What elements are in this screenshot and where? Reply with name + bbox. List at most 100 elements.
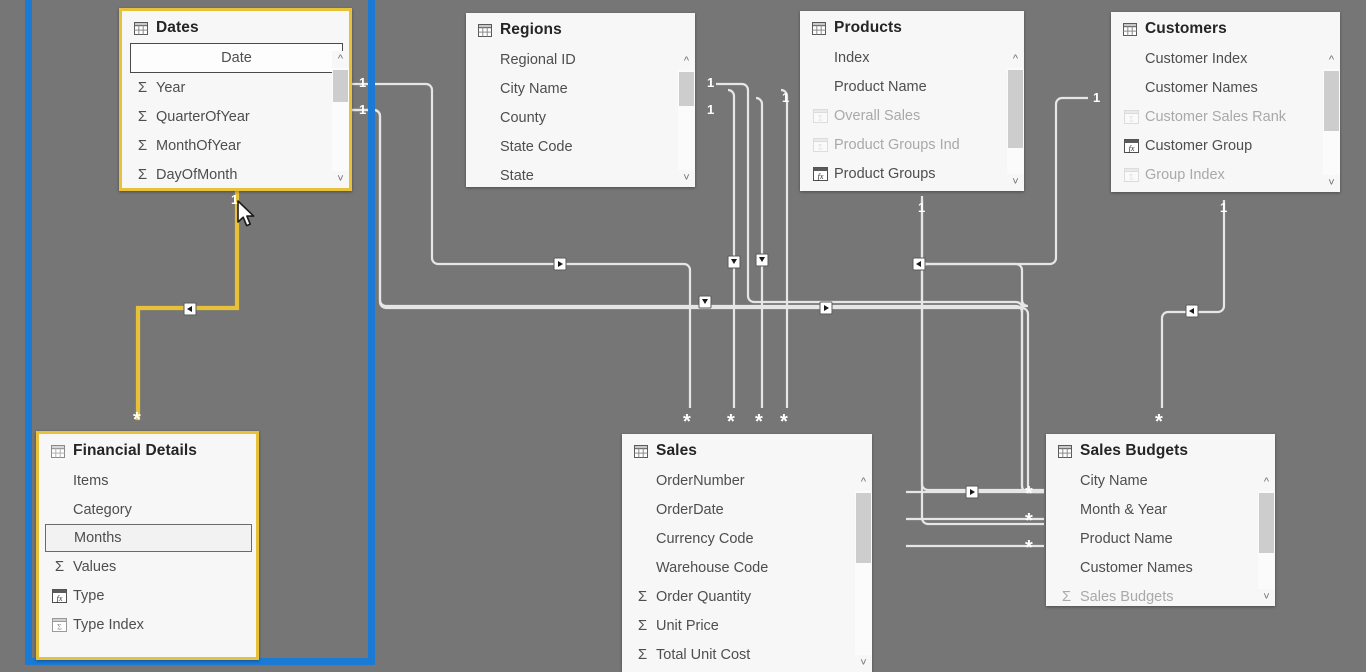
scroll-up-icon[interactable]: ^ bbox=[1323, 52, 1340, 69]
field-row-warehouse-code[interactable]: Warehouse Code bbox=[622, 553, 872, 582]
scroll-up-icon[interactable]: ^ bbox=[1007, 51, 1024, 68]
field-row-customer-names[interactable]: Customer Names bbox=[1046, 553, 1275, 582]
scroll-down-icon[interactable]: ˅ bbox=[1323, 175, 1340, 192]
scroll-track[interactable] bbox=[678, 70, 695, 170]
relationship-direction-marker-highlighted bbox=[183, 302, 197, 316]
table-card-financial-details[interactable]: Financial Details Items Category Months … bbox=[36, 431, 259, 660]
fx-icon: fx bbox=[812, 165, 829, 182]
field-row-total-unit-cost[interactable]: Σ Total Unit Cost bbox=[622, 640, 872, 669]
relationship-direction-marker bbox=[819, 301, 833, 315]
field-row-customer-names[interactable]: Customer Names bbox=[1111, 73, 1340, 102]
cardinality-one-dates-sales: 1 bbox=[359, 75, 367, 90]
field-row-product-groups[interactable]: fx Product Groups bbox=[800, 159, 1024, 188]
field-label: Customer Names bbox=[1080, 559, 1193, 576]
scroll-up-icon[interactable]: ^ bbox=[1258, 474, 1275, 491]
table-name: Products bbox=[834, 19, 902, 36]
field-row-unit-price[interactable]: Σ Unit Price bbox=[622, 611, 872, 640]
field-row-category[interactable]: Category bbox=[39, 495, 256, 524]
sigma-icon: Σ bbox=[137, 137, 148, 154]
scroll-track[interactable] bbox=[1258, 491, 1275, 589]
scroll-track[interactable] bbox=[332, 68, 349, 171]
svg-text:Σ: Σ bbox=[1129, 172, 1134, 181]
sigma-icon: Σ bbox=[137, 166, 148, 183]
table-card-regions[interactable]: Regions Regional ID City Name County Sta… bbox=[466, 13, 695, 187]
table-card-dates[interactable]: Dates Date Σ Year Σ QuarterOfYear Σ Mont… bbox=[119, 8, 352, 191]
field-row-dayofmonth[interactable]: Σ DayOfMonth bbox=[122, 160, 349, 188]
field-row-months[interactable]: Months bbox=[45, 524, 252, 552]
cardinality-one-customers-sales: 1 bbox=[1093, 90, 1101, 105]
scroll-thumb[interactable] bbox=[1008, 70, 1023, 148]
table-scrollbar-regions[interactable]: ^ ˅ bbox=[678, 53, 695, 187]
field-row-type[interactable]: fx Type bbox=[39, 581, 256, 610]
table-card-customers[interactable]: Customers Customer Index Customer Names … bbox=[1111, 12, 1340, 192]
field-row-items[interactable]: Items bbox=[39, 466, 256, 495]
table-card-products[interactable]: Products Index Product Name Σ Overall Sa… bbox=[800, 11, 1024, 191]
table-card-sales-budgets[interactable]: Sales Budgets City Name Month & Year Pro… bbox=[1046, 434, 1275, 606]
field-row-product-groups-ind[interactable]: Σ Product Groups Ind bbox=[800, 130, 1024, 159]
table-scrollbar-sales[interactable]: ^ ˅ bbox=[855, 474, 872, 672]
scroll-thumb[interactable] bbox=[679, 72, 694, 106]
field-label: OrderNumber bbox=[656, 472, 745, 489]
field-row-order-quantity[interactable]: Σ Order Quantity bbox=[622, 582, 872, 611]
scroll-down-icon[interactable]: ˅ bbox=[332, 171, 349, 188]
table-scrollbar-customers[interactable]: ^ ˅ bbox=[1323, 52, 1340, 192]
field-row-month-year[interactable]: Month & Year bbox=[1046, 495, 1275, 524]
scroll-down-icon[interactable]: ˅ bbox=[1007, 174, 1024, 191]
scroll-thumb[interactable] bbox=[856, 493, 871, 563]
scroll-thumb[interactable] bbox=[1259, 493, 1274, 553]
field-row-overall-sales[interactable]: Σ Overall Sales bbox=[800, 101, 1024, 130]
field-row-county[interactable]: County bbox=[466, 103, 695, 132]
scroll-up-icon[interactable]: ^ bbox=[332, 51, 349, 68]
field-row-values[interactable]: Σ Values bbox=[39, 552, 256, 581]
field-row-customer-group[interactable]: fx Customer Group bbox=[1111, 131, 1340, 160]
field-row-type-index[interactable]: Σ Type Index bbox=[39, 610, 256, 639]
field-row-customer-index[interactable]: Customer Index bbox=[1111, 44, 1340, 73]
cardinality-one-products-budgets: 1 bbox=[918, 200, 926, 215]
field-row-orderdate[interactable]: OrderDate bbox=[622, 495, 872, 524]
field-row-regional-id[interactable]: Regional ID bbox=[466, 45, 695, 74]
field-label: City Name bbox=[500, 80, 568, 97]
scroll-down-icon[interactable]: ˅ bbox=[855, 655, 872, 672]
field-row-product-name[interactable]: Product Name bbox=[1046, 524, 1275, 553]
scroll-up-icon[interactable]: ^ bbox=[678, 53, 695, 70]
field-row-customer-sales-rank[interactable]: Σ Customer Sales Rank bbox=[1111, 102, 1340, 131]
sigma-icon: Σ bbox=[637, 646, 648, 663]
field-label: Product Name bbox=[834, 78, 927, 95]
table-name: Financial Details bbox=[73, 442, 198, 459]
field-row-quarterofyear[interactable]: Σ QuarterOfYear bbox=[122, 102, 349, 131]
table-scrollbar-sales-budgets[interactable]: ^ ˅ bbox=[1258, 474, 1275, 606]
scroll-track[interactable] bbox=[1323, 69, 1340, 175]
field-row-ordernumber[interactable]: OrderNumber bbox=[622, 466, 872, 495]
field-row-group-index[interactable]: Σ Group Index bbox=[1111, 160, 1340, 189]
field-row-year[interactable]: Σ Year bbox=[122, 73, 349, 102]
field-label: Months bbox=[74, 530, 122, 546]
cardinality-many-financial-details: * bbox=[133, 409, 141, 431]
field-row-monthofyear[interactable]: Σ MonthOfYear bbox=[122, 131, 349, 160]
scroll-track[interactable] bbox=[1007, 68, 1024, 174]
table-card-sales[interactable]: Sales OrderNumber OrderDate Currency Cod… bbox=[622, 434, 872, 672]
field-row-date[interactable]: Date bbox=[130, 43, 343, 73]
scroll-up-icon[interactable]: ^ bbox=[855, 474, 872, 491]
field-row-state[interactable]: State bbox=[466, 161, 695, 187]
field-row-index[interactable]: Index bbox=[800, 43, 1024, 72]
table-scrollbar-products[interactable]: ^ ˅ bbox=[1007, 51, 1024, 191]
field-row-city-name[interactable]: City Name bbox=[1046, 466, 1275, 495]
sigma-icon: Σ bbox=[1061, 588, 1072, 605]
field-row-state-code[interactable]: State Code bbox=[466, 132, 695, 161]
field-label: Date bbox=[221, 50, 252, 66]
table-scrollbar-dates[interactable]: ^ ˅ bbox=[332, 51, 349, 188]
scroll-down-icon[interactable]: ˅ bbox=[1258, 589, 1275, 606]
field-row-sales-budgets[interactable]: Σ Sales Budgets bbox=[1046, 582, 1275, 606]
field-row-city-name[interactable]: City Name bbox=[466, 74, 695, 103]
field-row-product-name[interactable]: Product Name bbox=[800, 72, 1024, 101]
model-diagram-canvas[interactable]: .rl{fill:none;stroke:#e6e6e6;stroke-widt… bbox=[0, 0, 1366, 672]
scroll-down-icon[interactable]: ˅ bbox=[678, 170, 695, 187]
scroll-track[interactable] bbox=[855, 491, 872, 655]
hidden-measure-icon: Σ bbox=[812, 136, 829, 153]
table-header-regions: Regions bbox=[466, 13, 695, 45]
field-label: Type bbox=[73, 587, 105, 604]
field-row-currency-code[interactable]: Currency Code bbox=[622, 524, 872, 553]
scroll-thumb[interactable] bbox=[1324, 71, 1339, 131]
field-label: County bbox=[500, 109, 546, 126]
scroll-thumb[interactable] bbox=[333, 70, 348, 102]
